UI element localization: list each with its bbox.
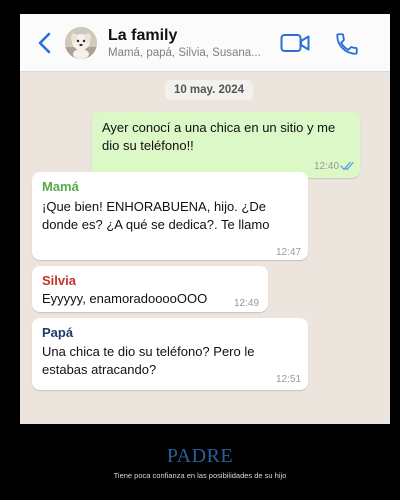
- message-text: ¡Que bien! ENHORABUENA, hijo. ¿De donde …: [42, 198, 269, 234]
- message-time: 12:51: [276, 374, 302, 385]
- message-line: Ayer conocí a una chica en un sitio y me: [102, 120, 336, 135]
- video-camera-icon[interactable]: [280, 31, 310, 55]
- chat-participants[interactable]: Mamá, papá, Silvia, Susana...: [108, 47, 261, 59]
- phone-icon[interactable]: [334, 31, 360, 57]
- message-line: donde es? ¿A qué se dedica?. Te llamo: [42, 217, 270, 232]
- message-bubble-incoming[interactable]: Mamá ¡Que bien! ENHORABUENA, hijo. ¿De d…: [32, 172, 308, 260]
- message-text: Eyyyyy, enamoradooooOOO: [42, 291, 208, 306]
- message-line: dio su teléfono!!: [102, 138, 194, 153]
- sender-name: Mamá: [42, 179, 79, 194]
- message-bubble-incoming[interactable]: Silvia Eyyyyy, enamoradooooOOO 12:49: [32, 266, 268, 312]
- chat-screenshot: La family Mamá, papá, Silvia, Susana... …: [20, 14, 390, 424]
- message-time: 12:49: [234, 298, 260, 309]
- sender-name: Silvia: [42, 273, 76, 288]
- message-line: Una chica te dio su teléfono? Pero le: [42, 344, 255, 359]
- message-bubble-incoming[interactable]: Papá Una chica te dio su teléfono? Pero …: [32, 318, 308, 390]
- caption-subtitle: Tiene poca confianza en las posibilidade…: [113, 471, 287, 480]
- chat-title[interactable]: La family: [108, 27, 177, 45]
- chevron-left-icon[interactable]: [32, 28, 58, 58]
- group-avatar[interactable]: [65, 27, 97, 59]
- message-text: Una chica te dio su teléfono? Pero le es…: [42, 343, 254, 379]
- caption-title: PADRE: [166, 445, 234, 467]
- double-check-icon: [340, 161, 354, 171]
- message-line: estabas atracando?: [42, 362, 157, 377]
- message-bubble-outgoing[interactable]: Ayer conocí a una chica en un sitio y me…: [92, 112, 360, 178]
- message-time: 12:40: [314, 161, 340, 172]
- message-line: ¡Que bien! ENHORABUENA, hijo. ¿De: [42, 199, 266, 214]
- message-time: 12:47: [276, 247, 302, 258]
- sender-name: Papá: [42, 325, 74, 340]
- chat-header: La family Mamá, papá, Silvia, Susana...: [20, 14, 390, 72]
- message-text: Ayer conocí a una chica en un sitio y me…: [102, 119, 335, 155]
- date-separator: 10 may. 2024: [165, 80, 253, 100]
